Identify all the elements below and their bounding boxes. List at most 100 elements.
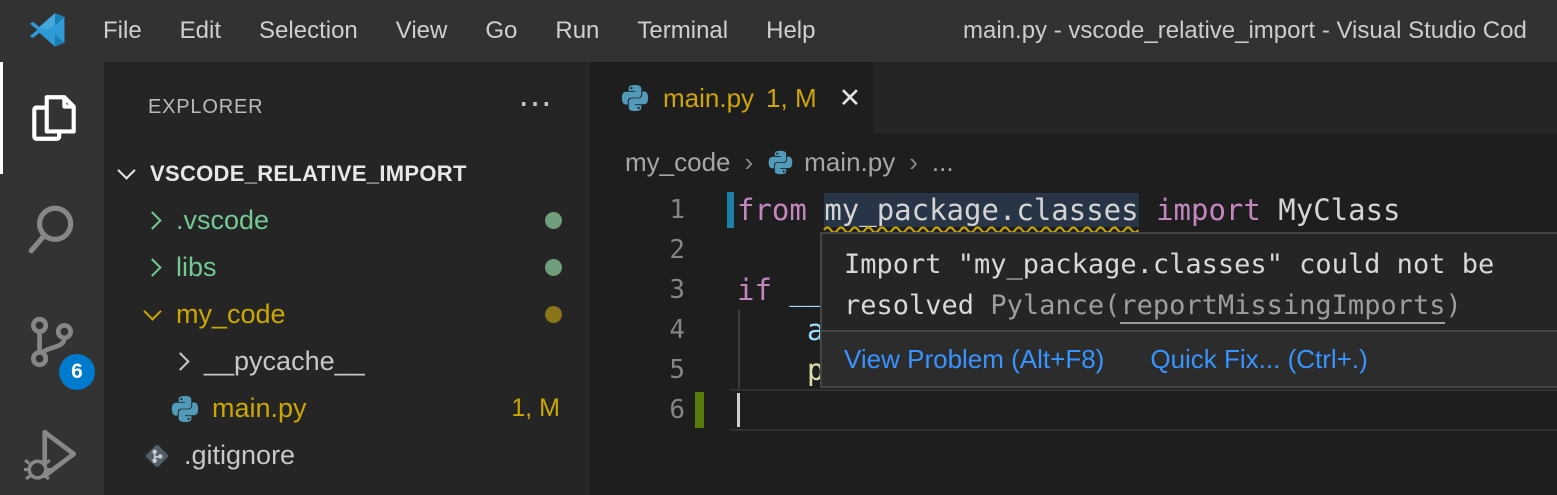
chevron-right-icon xyxy=(171,352,190,371)
quick-fix-link[interactable]: Quick Fix... (Ctrl+.) xyxy=(1150,344,1367,375)
tree-item-vscode[interactable]: .vscode xyxy=(104,197,590,244)
code-line-1[interactable]: 1 from my_package.classes import MyClass xyxy=(590,190,1557,234)
sidebar-header: EXPLORER ⋯ xyxy=(104,85,590,124)
chevron-down-icon xyxy=(143,302,162,321)
chevron-right-icon xyxy=(143,211,162,230)
line-number: 5 xyxy=(669,355,685,385)
line-text: if __ xyxy=(737,270,824,310)
activity-search-button[interactable] xyxy=(0,174,104,286)
tree-item-label: my_code xyxy=(176,299,286,329)
breadcrumb-item-file[interactable]: main.py xyxy=(804,147,895,178)
menu-item-edit[interactable]: Edit xyxy=(161,0,240,62)
breadcrumb-item-folder[interactable]: my_code xyxy=(625,147,731,178)
git-icon xyxy=(142,441,172,471)
menu-bar: File Edit Selection View Go Run Terminal Help xyxy=(84,0,834,62)
files-icon xyxy=(31,95,76,141)
hover-source-link[interactable]: reportMissingImports xyxy=(1120,290,1446,324)
close-icon[interactable]: ✕ xyxy=(839,83,862,114)
vscode-logo-icon xyxy=(29,13,65,47)
python-icon xyxy=(767,149,794,176)
git-gutter-added-icon xyxy=(695,392,704,428)
line-number: 3 xyxy=(669,275,685,305)
file-tree: VSCODE_RELATIVE_IMPORT .vscode libs my_cod… xyxy=(104,150,590,479)
indent-guide xyxy=(738,310,740,350)
python-icon xyxy=(620,83,650,113)
code-line-6[interactable]: 6 xyxy=(590,389,1557,431)
activity-source-control-button[interactable]: 6 xyxy=(0,286,104,398)
indent-guide xyxy=(738,350,740,390)
tree-item-label: libs xyxy=(176,252,217,282)
activity-run-debug-button[interactable] xyxy=(0,398,104,495)
text-cursor xyxy=(737,393,740,427)
title-bar: File Edit Selection View Go Run Terminal Help m… xyxy=(0,0,1557,62)
gutter xyxy=(685,310,737,350)
tree-item-label: __pycache__ xyxy=(204,346,365,376)
diagnostic-hover-tooltip: Import "my_package.classes" could not be… xyxy=(820,232,1557,388)
line-number: 6 xyxy=(669,395,685,425)
tab-main-py[interactable]: main.py 1, M ✕ xyxy=(590,62,873,134)
python-icon xyxy=(170,394,200,424)
run-debug-icon xyxy=(24,429,77,481)
current-line-highlight xyxy=(730,389,1557,431)
more-actions-icon[interactable]: ⋯ xyxy=(518,84,554,124)
line-text: a xyxy=(737,310,824,350)
hover-message-line2: resolved Pylance(reportMissingImports) xyxy=(844,285,1535,326)
token: from xyxy=(737,193,825,227)
tree-item-my-code[interactable]: my_code xyxy=(104,291,590,338)
activity-explorer-button[interactable] xyxy=(0,62,104,174)
tree-item-gitignore[interactable]: .gitignore xyxy=(104,432,590,479)
breadcrumb-separator: › xyxy=(909,146,918,177)
line-number: 2 xyxy=(669,235,685,265)
token: import xyxy=(1156,193,1261,227)
git-status-dot xyxy=(545,259,562,276)
tree-item-libs[interactable]: libs xyxy=(104,244,590,291)
menu-item-run[interactable]: Run xyxy=(536,0,618,62)
line-number: 1 xyxy=(669,195,685,225)
root-folder-label: VSCODE_RELATIVE_IMPORT xyxy=(150,160,467,186)
git-status-dot xyxy=(545,306,562,323)
gutter xyxy=(685,390,737,430)
menu-item-file[interactable]: File xyxy=(84,0,161,62)
tree-item-pycache[interactable]: __pycache__ xyxy=(104,338,590,385)
highlighted-token: my_package.classes xyxy=(823,193,1140,234)
explorer-sidebar: EXPLORER ⋯ VSCODE_RELATIVE_IMPORT .vscod… xyxy=(104,62,590,495)
menu-item-selection[interactable]: Selection xyxy=(240,0,377,62)
git-gutter-modified-icon xyxy=(727,192,734,228)
vscode-window: File Edit Selection View Go Run Terminal Help m… xyxy=(0,0,1557,495)
source-control-badge: 6 xyxy=(59,354,95,390)
window-title: main.py - vscode_relative_import - Visua… xyxy=(963,17,1527,44)
tree-item-main-py[interactable]: main.py 1, M xyxy=(104,385,590,432)
line-text: from my_package.classes import MyClass xyxy=(737,190,1401,234)
hover-message: Import "my_package.classes" could not be… xyxy=(822,234,1557,330)
menu-item-go[interactable]: Go xyxy=(466,0,536,62)
breadcrumb-item-symbol[interactable]: ... xyxy=(932,147,954,178)
tree-item-label: .vscode xyxy=(176,205,270,235)
problem-badge: 1, M xyxy=(511,394,560,422)
editor-region: main.py 1, M ✕ my_code › main.py › ... 1… xyxy=(590,62,1557,495)
tab-label: main.py xyxy=(663,82,755,113)
breadcrumb-separator: › xyxy=(744,146,754,177)
gutter xyxy=(685,230,737,270)
hover-source: Pylance( xyxy=(990,290,1121,321)
sidebar-title: EXPLORER xyxy=(148,95,264,118)
hover-message-line1: Import "my_package.classes" could not be xyxy=(844,249,1495,280)
hover-actions: View Problem (Alt+F8) Quick Fix... (Ctrl… xyxy=(822,330,1557,386)
gutter xyxy=(685,350,737,390)
menu-item-terminal[interactable]: Terminal xyxy=(618,0,747,62)
tab-problem-badge: 1, M xyxy=(766,82,817,113)
tab-bar: main.py 1, M ✕ xyxy=(590,62,1557,134)
gutter xyxy=(685,270,737,310)
view-problem-link[interactable]: View Problem (Alt+F8) xyxy=(844,344,1104,375)
activity-bar: 6 xyxy=(0,62,104,495)
line-number: 4 xyxy=(669,315,685,345)
menu-item-help[interactable]: Help xyxy=(747,0,834,62)
tree-root-folder[interactable]: VSCODE_RELATIVE_IMPORT xyxy=(104,150,590,197)
search-icon xyxy=(28,205,74,254)
chevron-down-icon xyxy=(117,161,136,180)
menu-item-view[interactable]: View xyxy=(377,0,467,62)
tree-item-label: main.py xyxy=(212,393,307,423)
token: MyClass xyxy=(1260,193,1401,227)
